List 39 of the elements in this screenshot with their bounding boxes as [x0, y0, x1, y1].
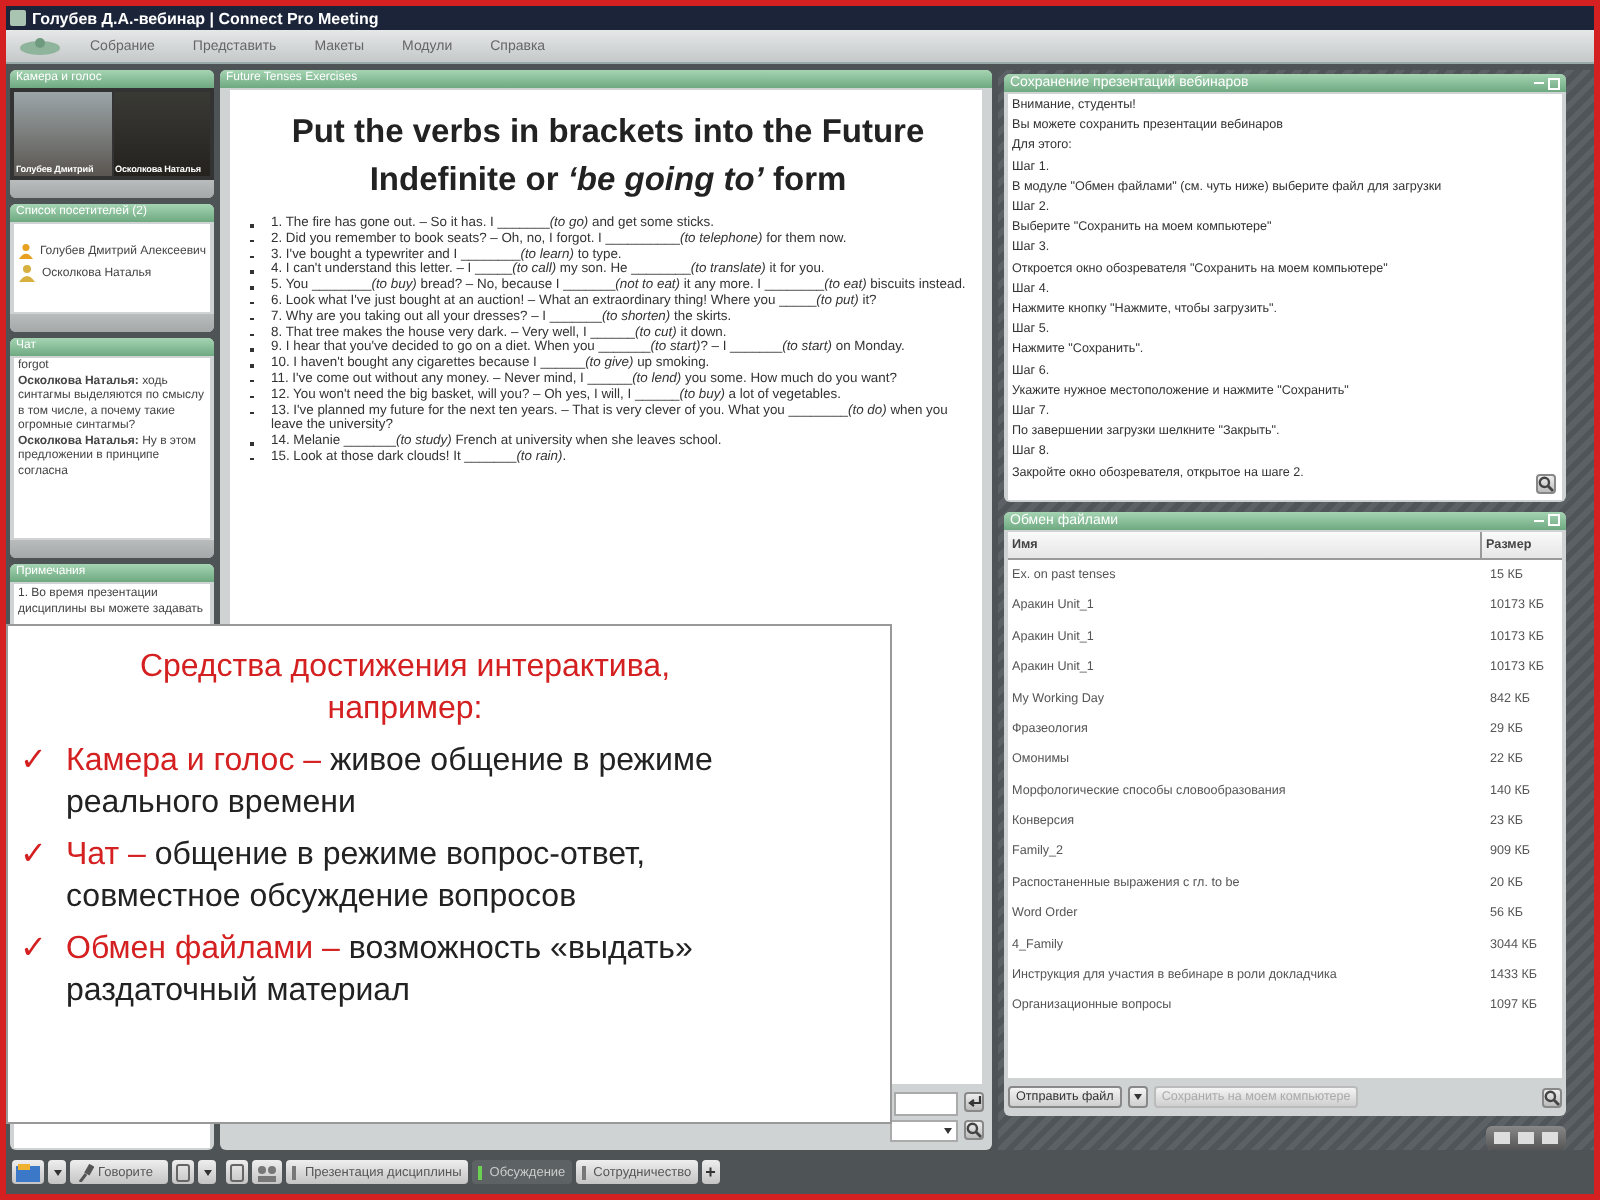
caret-icon [944, 1128, 952, 1134]
dropdown-button[interactable] [1127, 1086, 1148, 1108]
window-controls-icon[interactable] [1534, 511, 1560, 530]
webcam-icon [230, 1163, 245, 1181]
search-button[interactable] [964, 1120, 984, 1140]
dropdown-button[interactable] [48, 1160, 66, 1184]
check-mark: ✓ [20, 836, 46, 876]
people-icon [256, 1163, 279, 1181]
add-layout-button[interactable]: + [701, 1160, 720, 1184]
slide-heading: Indefinite or ‘be going to’ form [367, 162, 849, 200]
caret-icon [203, 1169, 212, 1175]
window-title: Голубев Д.А.-вебинар | Connect Pro Meeting [32, 9, 379, 27]
caret-icon [53, 1169, 61, 1175]
person-icon [18, 264, 36, 282]
camera-button[interactable] [226, 1160, 249, 1184]
check-mark: ✓ [20, 742, 46, 782]
people-button[interactable] [252, 1160, 283, 1184]
search-icon [1544, 1089, 1560, 1105]
app-icon [10, 10, 26, 26]
share-button[interactable] [12, 1160, 44, 1184]
chat-input-field[interactable] [894, 1092, 958, 1116]
search-button[interactable] [1542, 1087, 1562, 1107]
camera-button[interactable] [172, 1160, 195, 1184]
caret-icon [1133, 1094, 1142, 1100]
layout-icon [1492, 1130, 1560, 1146]
folder-icon [16, 1163, 40, 1181]
enter-button[interactable] [964, 1092, 984, 1112]
search-button[interactable] [1536, 473, 1556, 494]
dropdown-button[interactable] [198, 1160, 217, 1184]
check-mark: ✓ [20, 930, 46, 970]
enter-icon [967, 1096, 981, 1108]
logo-icon [18, 36, 62, 56]
slide-heading: Put the verbs in brackets into the Future [289, 114, 927, 152]
person-icon [18, 242, 34, 260]
window-controls-icon[interactable] [1534, 74, 1560, 92]
layout-buttons[interactable] [1486, 1126, 1566, 1150]
webcam-icon [176, 1163, 191, 1181]
search-icon [1538, 475, 1554, 492]
search-icon [966, 1122, 982, 1138]
